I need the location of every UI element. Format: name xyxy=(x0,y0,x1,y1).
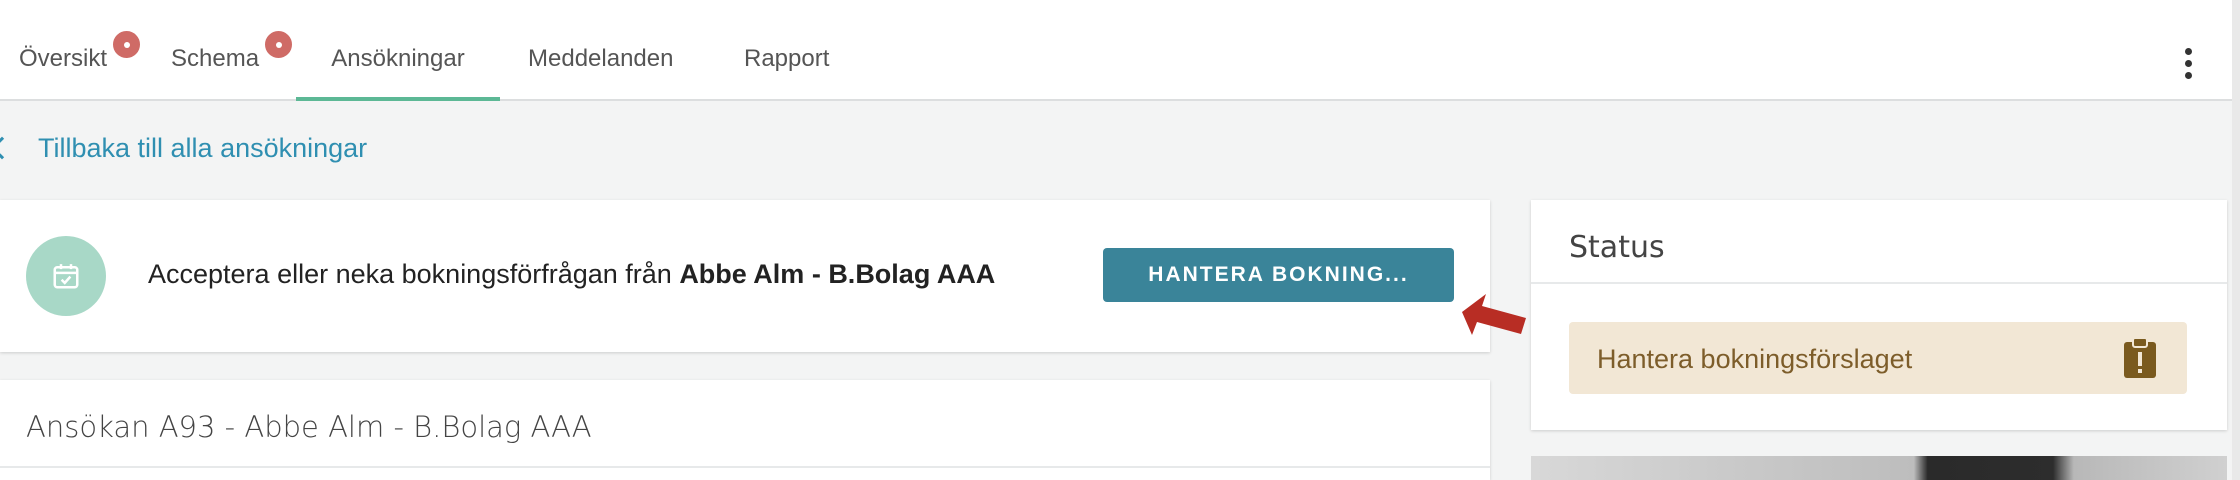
more-vertical-icon[interactable] xyxy=(2178,48,2198,82)
active-tab-indicator xyxy=(296,97,500,101)
divider xyxy=(1531,282,2227,284)
scrollbar[interactable] xyxy=(2232,0,2240,480)
chevron-left-icon xyxy=(0,136,14,160)
status-heading: Status xyxy=(1569,230,1665,265)
divider xyxy=(0,466,1490,468)
booking-message-text: Acceptera eller neka bokningsförfrågan f… xyxy=(148,259,680,289)
tab-rapport[interactable]: Rapport xyxy=(744,0,829,100)
application-title: Ansökan A93 - Abbe Alm - B.Bolag AAA xyxy=(26,410,592,444)
tab-schema[interactable]: Schema xyxy=(171,0,294,100)
status-item-label: Hantera bokningsförslaget xyxy=(1597,344,1913,374)
back-to-applications-link[interactable]: Tillbaka till alla ansökningar xyxy=(0,128,367,168)
application-card: Ansökan A93 - Abbe Alm - B.Bolag AAA xyxy=(0,380,1490,480)
notification-badge xyxy=(111,29,142,60)
notification-badge xyxy=(263,29,294,60)
tab-label: Ansökningar xyxy=(331,45,465,72)
tab-meddelanden[interactable]: Meddelanden xyxy=(528,0,673,100)
profile-photo xyxy=(1531,456,2227,480)
top-navigation: Översikt Schema Ansökningar Meddelanden … xyxy=(0,0,2240,101)
tab-oversikt[interactable]: Översikt xyxy=(19,0,142,100)
clipboard-alert-icon xyxy=(2124,337,2156,378)
tab-label: Översikt xyxy=(19,45,108,72)
booking-requester-name: Abbe Alm - B.Bolag AAA xyxy=(679,259,996,289)
calendar-check-icon xyxy=(26,236,106,316)
tab-label: Rapport xyxy=(744,45,830,72)
booking-request-card: Acceptera eller neka bokningsförfrågan f… xyxy=(0,200,1490,352)
tab-ansokningar[interactable]: Ansökningar xyxy=(296,0,500,101)
back-link-label: Tillbaka till alla ansökningar xyxy=(38,132,368,163)
tab-label: Schema xyxy=(171,45,260,72)
booking-request-message: Acceptera eller neka bokningsförfrågan f… xyxy=(148,259,995,290)
manage-booking-button[interactable]: HANTERA BOKNING... xyxy=(1103,248,1454,302)
annotation-arrow-icon xyxy=(1462,294,1526,335)
tab-label: Meddelanden xyxy=(528,45,674,72)
status-card: Status Hantera bokningsförslaget xyxy=(1531,200,2227,430)
manage-booking-proposal-status[interactable]: Hantera bokningsförslaget xyxy=(1569,322,2187,394)
